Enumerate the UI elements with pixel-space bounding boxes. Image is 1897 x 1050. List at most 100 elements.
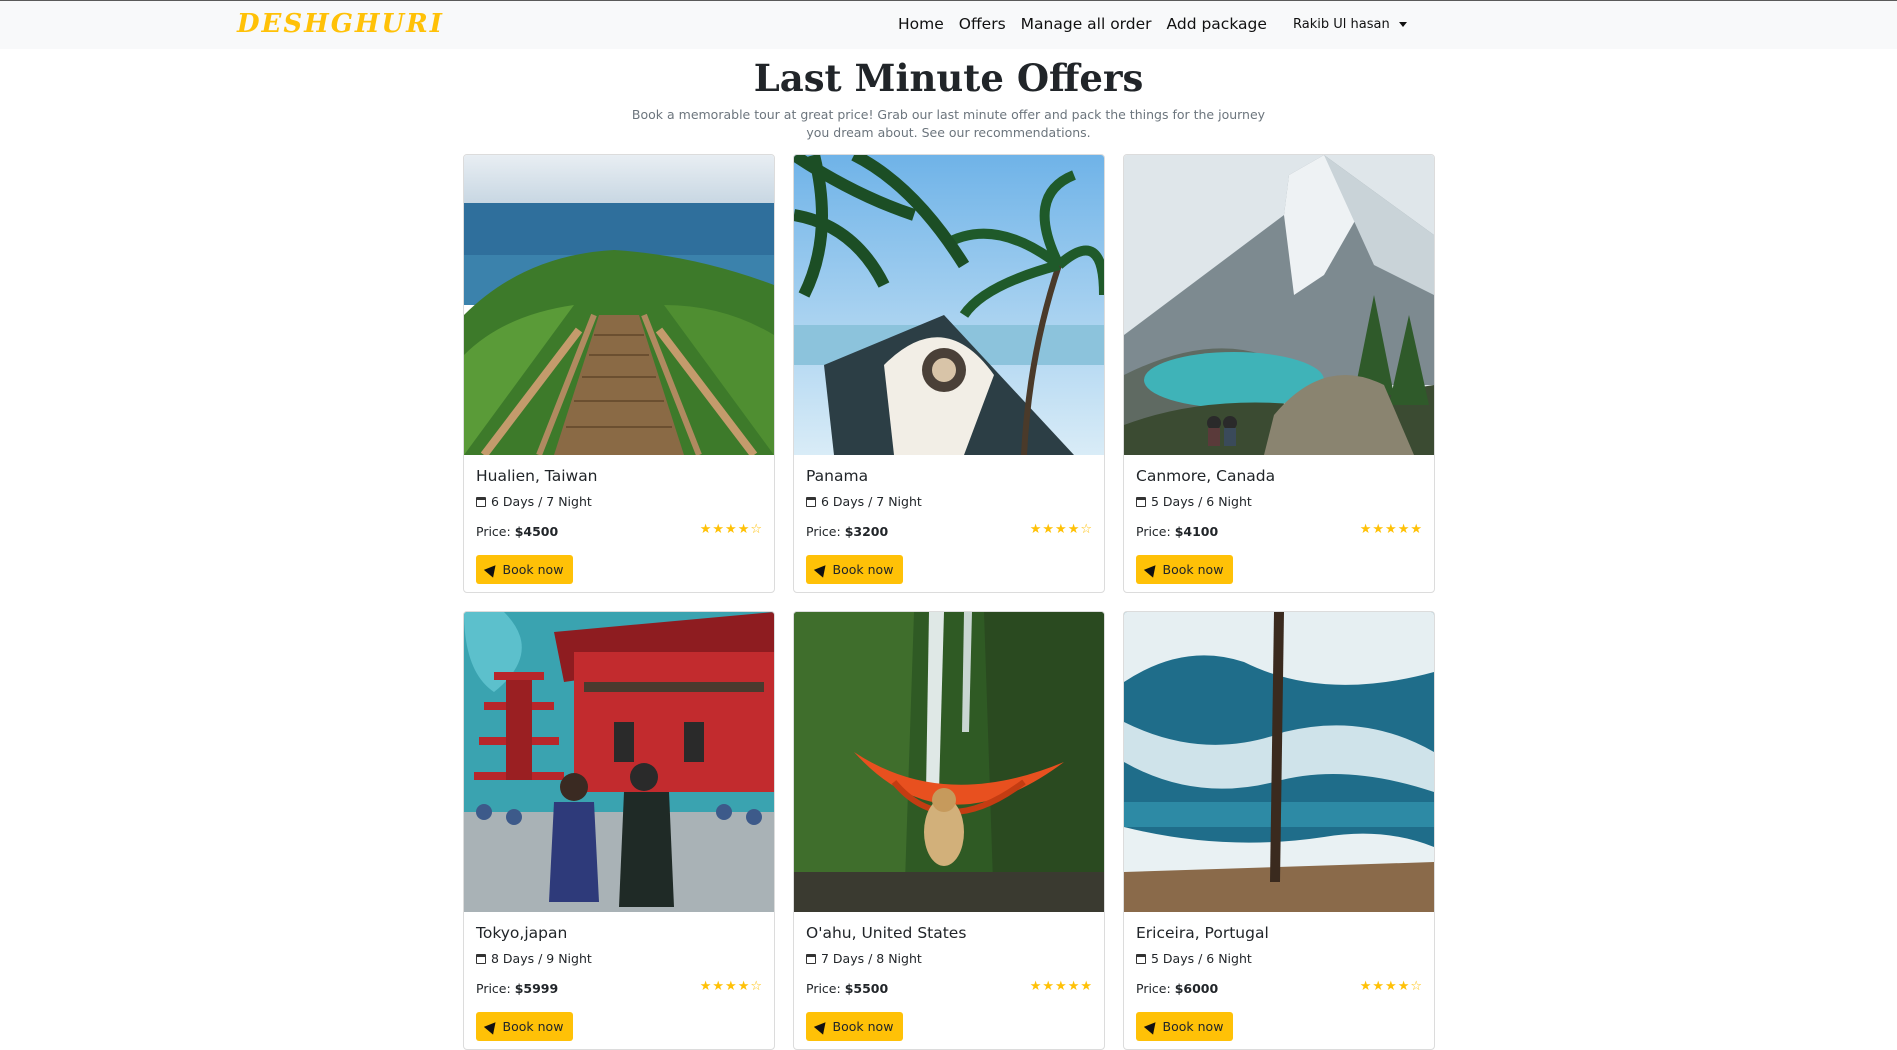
star-full-icon: ★	[1372, 979, 1385, 994]
star-full-icon: ★	[1067, 522, 1080, 537]
star-full-icon: ★	[712, 522, 725, 537]
package-duration: 7 Days / 8 Night	[806, 951, 922, 966]
star-full-icon: ★	[1385, 522, 1397, 537]
star-full-icon: ★	[1410, 522, 1422, 537]
star-full-icon: ★	[1042, 522, 1055, 537]
price-value: $4500	[514, 524, 559, 539]
book-now-button[interactable]: Book now	[1136, 1012, 1233, 1041]
package-card: Tokyo,japan 8 Days / 9 Night Price: $599…	[463, 611, 775, 1050]
price-value: $6000	[1174, 981, 1219, 996]
price-value: $5500	[844, 981, 889, 996]
star-full-icon: ★	[712, 979, 725, 994]
star-full-icon: ★	[1397, 522, 1410, 537]
star-full-icon: ★	[737, 979, 750, 994]
calendar-icon	[1136, 953, 1146, 964]
nav-offers[interactable]: Offers	[959, 15, 1006, 33]
nav-add-package[interactable]: Add package	[1167, 15, 1267, 33]
star-full-icon: ★	[1372, 522, 1385, 537]
star-full-icon: ★	[1029, 522, 1042, 537]
location-arrow-icon	[483, 561, 500, 578]
star-full-icon: ★	[1042, 979, 1055, 994]
star-empty-icon: ☆	[1080, 522, 1092, 537]
package-image	[794, 612, 1104, 912]
package-card: Hualien, Taiwan 6 Days / 7 Night Price: …	[463, 154, 775, 593]
price-label: Price:	[476, 981, 515, 996]
location-arrow-icon	[813, 561, 830, 578]
star-full-icon: ★	[725, 522, 737, 537]
rating-stars: ★ ★ ★ ★ ☆	[700, 523, 762, 536]
duration-text: 5 Days / 6 Night	[1151, 951, 1252, 966]
package-name: Tokyo,japan	[476, 924, 568, 942]
package-card: Panama 6 Days / 7 Night Price: $3200 ★ ★ ★…	[793, 154, 1105, 593]
page-title: Last Minute Offers	[753, 56, 1144, 100]
book-now-button[interactable]: Book now	[1136, 555, 1233, 584]
nav-manage-orders[interactable]: Manage all order	[1021, 15, 1152, 33]
star-empty-icon: ☆	[750, 979, 762, 994]
navbar: DESHGHURI Home Offers Manage all order A…	[0, 0, 1897, 49]
location-arrow-icon	[813, 1018, 830, 1035]
star-full-icon: ★	[1359, 979, 1372, 994]
page-subtitle: Book a memorable tour at great price! Gr…	[631, 107, 1266, 140]
package-card: Ericeira, Portugal 5 Days / 6 Night Pric…	[1123, 611, 1435, 1050]
star-full-icon: ★	[1055, 979, 1067, 994]
price-label: Price:	[806, 981, 845, 996]
package-duration: 6 Days / 7 Night	[806, 494, 922, 509]
price-label: Price:	[1136, 524, 1175, 539]
package-image	[464, 155, 774, 455]
package-name: Panama	[806, 467, 869, 485]
price-value: $4100	[1174, 524, 1219, 539]
book-now-button[interactable]: Book now	[806, 555, 903, 584]
package-duration: 5 Days / 6 Night	[1136, 951, 1252, 966]
star-full-icon: ★	[1055, 522, 1067, 537]
package-image	[794, 155, 1104, 455]
package-duration: 6 Days / 7 Night	[476, 494, 592, 509]
package-price: Price: $4500	[476, 524, 558, 539]
star-empty-icon: ☆	[750, 522, 762, 537]
star-full-icon: ★	[699, 522, 712, 537]
price-label: Price:	[806, 524, 845, 539]
rating-stars: ★ ★ ★ ★ ★	[1360, 523, 1422, 536]
book-now-button[interactable]: Book now	[476, 1012, 573, 1041]
book-now-label: Book now	[1162, 562, 1224, 577]
brand-logo[interactable]: DESHGHURI	[237, 9, 444, 39]
user-dropdown[interactable]: Rakib Ul hasan	[1293, 17, 1407, 32]
calendar-icon	[1136, 496, 1146, 507]
package-card: O'ahu, United States 7 Days / 8 Night Pr…	[793, 611, 1105, 1050]
package-image	[1124, 612, 1434, 912]
package-image	[464, 612, 774, 912]
package-price: Price: $3200	[806, 524, 888, 539]
calendar-icon	[806, 496, 816, 507]
book-now-button[interactable]: Book now	[806, 1012, 903, 1041]
rating-stars: ★ ★ ★ ★ ☆	[1360, 980, 1422, 993]
duration-text: 6 Days / 7 Night	[821, 494, 922, 509]
book-now-label: Book now	[832, 562, 894, 577]
package-price: Price: $5500	[806, 981, 888, 996]
duration-text: 8 Days / 9 Night	[491, 951, 592, 966]
book-now-label: Book now	[832, 1019, 894, 1034]
book-now-label: Book now	[502, 562, 564, 577]
package-price: Price: $4100	[1136, 524, 1218, 539]
package-name: Canmore, Canada	[1136, 467, 1276, 485]
rating-stars: ★ ★ ★ ★ ☆	[1030, 523, 1092, 536]
price-value: $5999	[514, 981, 559, 996]
calendar-icon	[806, 953, 816, 964]
star-empty-icon: ☆	[1410, 979, 1422, 994]
package-name: O'ahu, United States	[806, 924, 967, 942]
package-duration: 5 Days / 6 Night	[1136, 494, 1252, 509]
star-full-icon: ★	[737, 522, 750, 537]
star-full-icon: ★	[1029, 979, 1042, 994]
caret-down-icon	[1398, 22, 1407, 27]
star-full-icon: ★	[1359, 522, 1372, 537]
calendar-icon	[476, 953, 486, 964]
price-label: Price:	[476, 524, 515, 539]
price-label: Price:	[1136, 981, 1175, 996]
package-duration: 8 Days / 9 Night	[476, 951, 592, 966]
book-now-label: Book now	[1162, 1019, 1224, 1034]
book-now-button[interactable]: Book now	[476, 555, 573, 584]
nav-home[interactable]: Home	[898, 15, 944, 33]
star-full-icon: ★	[1385, 979, 1397, 994]
book-now-label: Book now	[502, 1019, 564, 1034]
star-full-icon: ★	[725, 979, 737, 994]
user-name: Rakib Ul hasan	[1293, 17, 1390, 32]
price-value: $3200	[844, 524, 889, 539]
